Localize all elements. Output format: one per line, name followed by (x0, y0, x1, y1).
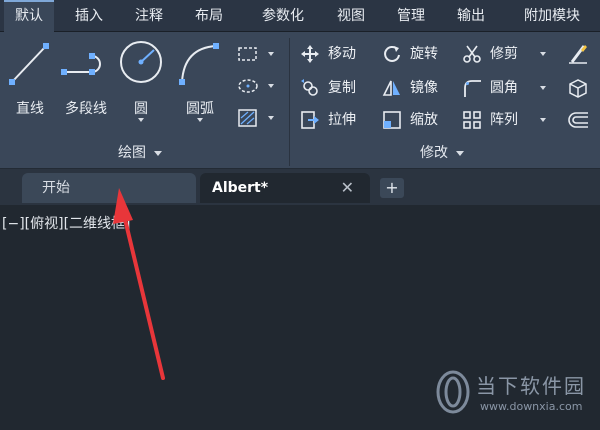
watermark-logo-icon (436, 370, 470, 414)
watermark: 当下软件园 www.downxia.com (436, 366, 600, 418)
watermark-title: 当下软件园 (476, 374, 586, 398)
watermark-url: www.downxia.com (480, 400, 583, 413)
